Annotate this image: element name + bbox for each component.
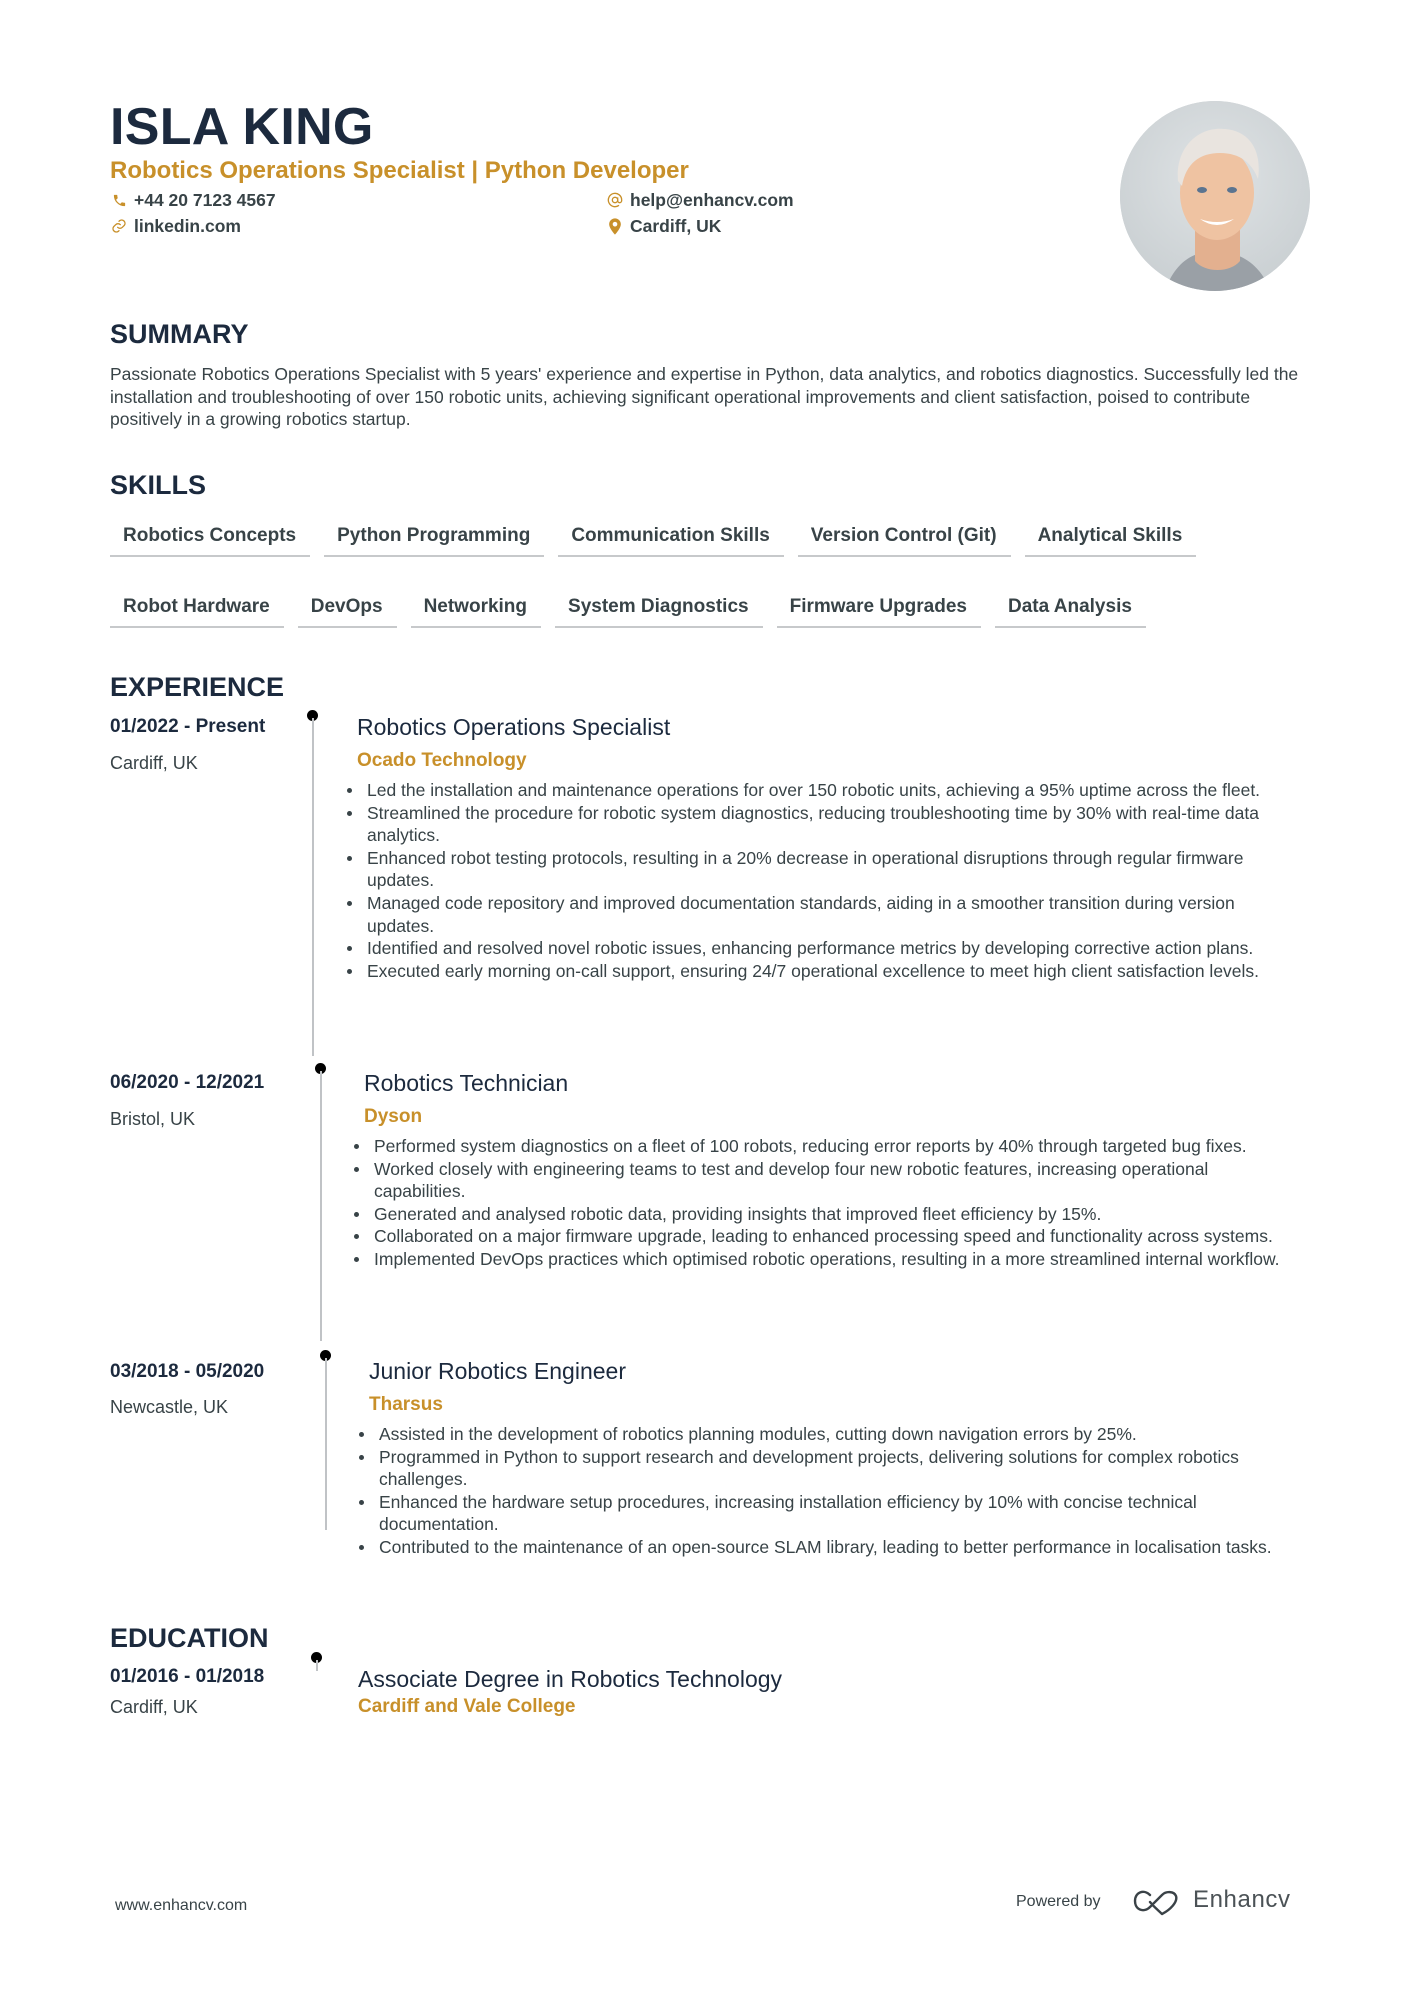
skill-tag: Robot Hardware bbox=[110, 593, 284, 628]
company-name: Tharsus bbox=[369, 1394, 443, 1415]
powered-by-label: Powered by bbox=[1016, 1893, 1101, 1910]
education-heading: EDUCATION bbox=[110, 1623, 269, 1653]
contact-linkedin[interactable]: linkedin.com bbox=[110, 214, 241, 238]
skill-tag: DevOps bbox=[297, 593, 397, 628]
phone-icon bbox=[110, 191, 128, 209]
job-title: Robotics Technician bbox=[364, 1070, 569, 1096]
job-dates: 06/2020 - 12/2021 bbox=[110, 1072, 265, 1093]
phone-text: +44 20 7123 4567 bbox=[134, 190, 276, 210]
job-location: Newcastle, UK bbox=[110, 1397, 229, 1417]
at-icon bbox=[606, 191, 624, 209]
contact-phone: +44 20 7123 4567 bbox=[110, 188, 276, 212]
candidate-title: Robotics Operations Specialist | Python … bbox=[110, 157, 689, 184]
skill-tag: Robotics Concepts bbox=[110, 522, 311, 557]
contact-location: Cardiff, UK bbox=[606, 214, 721, 238]
enhancv-logo-icon bbox=[1132, 1888, 1180, 1921]
skills-list: Robotics Concepts Python Programming Com… bbox=[110, 522, 1310, 628]
bullet-item: Generated and analysed robotic data, pro… bbox=[347, 1203, 1297, 1226]
job-dates: 03/2018 - 05/2020 bbox=[110, 1361, 265, 1382]
link-icon bbox=[110, 217, 128, 235]
timeline-line bbox=[325, 1358, 327, 1530]
enhancv-brand: Enhancv bbox=[1193, 1886, 1291, 1913]
experience-heading: EXPERIENCE bbox=[110, 672, 285, 702]
job-bullets: Assisted in the development of robotics … bbox=[352, 1423, 1302, 1559]
bullet-item: Collaborated on a major firmware upgrade… bbox=[347, 1225, 1297, 1248]
location-text: Cardiff, UK bbox=[630, 216, 722, 236]
job-bullets: Performed system diagnostics on a fleet … bbox=[347, 1135, 1297, 1271]
skills-heading: SKILLS bbox=[110, 470, 207, 500]
summary-text: Passionate Robotics Operations Specialis… bbox=[110, 364, 1299, 430]
timeline-line bbox=[312, 718, 314, 1056]
skill-tag: Python Programming bbox=[324, 522, 545, 557]
bullet-item: Streamlined the procedure for robotic sy… bbox=[340, 802, 1290, 847]
bullet-item: Programmed in Python to support research… bbox=[352, 1446, 1302, 1491]
contact-email[interactable]: help@enhancv.com bbox=[606, 188, 794, 212]
company-name: Dyson bbox=[364, 1106, 423, 1127]
bullet-item: Identified and resolved novel robotic is… bbox=[340, 937, 1290, 960]
skill-tag: Version Control (Git) bbox=[797, 522, 1011, 557]
job-bullets: Led the installation and maintenance ope… bbox=[340, 779, 1290, 982]
bullet-item: Implemented DevOps practices which optim… bbox=[347, 1248, 1297, 1271]
job-title: Junior Robotics Engineer bbox=[369, 1358, 626, 1384]
bullet-item: Worked closely with engineering teams to… bbox=[347, 1158, 1297, 1203]
edu-dates: 01/2016 - 01/2018 bbox=[110, 1666, 265, 1687]
timeline-line bbox=[316, 1660, 318, 1671]
timeline-line bbox=[320, 1071, 322, 1341]
company-name: Ocado Technology bbox=[357, 750, 527, 771]
job-location: Cardiff, UK bbox=[110, 753, 198, 773]
skill-tag: Analytical Skills bbox=[1024, 522, 1197, 557]
profile-photo bbox=[1120, 101, 1310, 291]
bullet-item: Led the installation and maintenance ope… bbox=[340, 779, 1290, 802]
skill-tag: Networking bbox=[410, 593, 542, 628]
degree-title: Associate Degree in Robotics Technology bbox=[358, 1666, 783, 1692]
job-location: Bristol, UK bbox=[110, 1109, 196, 1129]
job-title: Robotics Operations Specialist bbox=[357, 714, 671, 740]
skill-tag: Data Analysis bbox=[995, 593, 1146, 628]
edu-location: Cardiff, UK bbox=[110, 1697, 198, 1717]
summary-heading: SUMMARY bbox=[110, 319, 249, 349]
bullet-item: Executed early morning on-call support, … bbox=[340, 960, 1290, 983]
skill-tag: System Diagnostics bbox=[555, 593, 763, 628]
bullet-item: Assisted in the development of robotics … bbox=[352, 1423, 1302, 1446]
bullet-item: Managed code repository and improved doc… bbox=[340, 892, 1290, 937]
school-name: Cardiff and Vale College bbox=[358, 1696, 576, 1717]
skill-tag: Communication Skills bbox=[558, 522, 784, 557]
job-dates: 01/2022 - Present bbox=[110, 716, 266, 737]
skill-tag: Firmware Upgrades bbox=[776, 593, 981, 628]
bullet-item: Enhanced robot testing protocols, result… bbox=[340, 847, 1290, 892]
email-text: help@enhancv.com bbox=[630, 190, 794, 210]
bullet-item: Contributed to the maintenance of an ope… bbox=[352, 1536, 1302, 1559]
candidate-name: ISLA KING bbox=[110, 98, 374, 156]
location-pin-icon bbox=[606, 217, 624, 235]
linkedin-text: linkedin.com bbox=[134, 216, 241, 236]
bullet-item: Performed system diagnostics on a fleet … bbox=[347, 1135, 1297, 1158]
bullet-item: Enhanced the hardware setup procedures, … bbox=[352, 1491, 1302, 1536]
footer-url[interactable]: www.enhancv.com bbox=[115, 1897, 247, 1915]
